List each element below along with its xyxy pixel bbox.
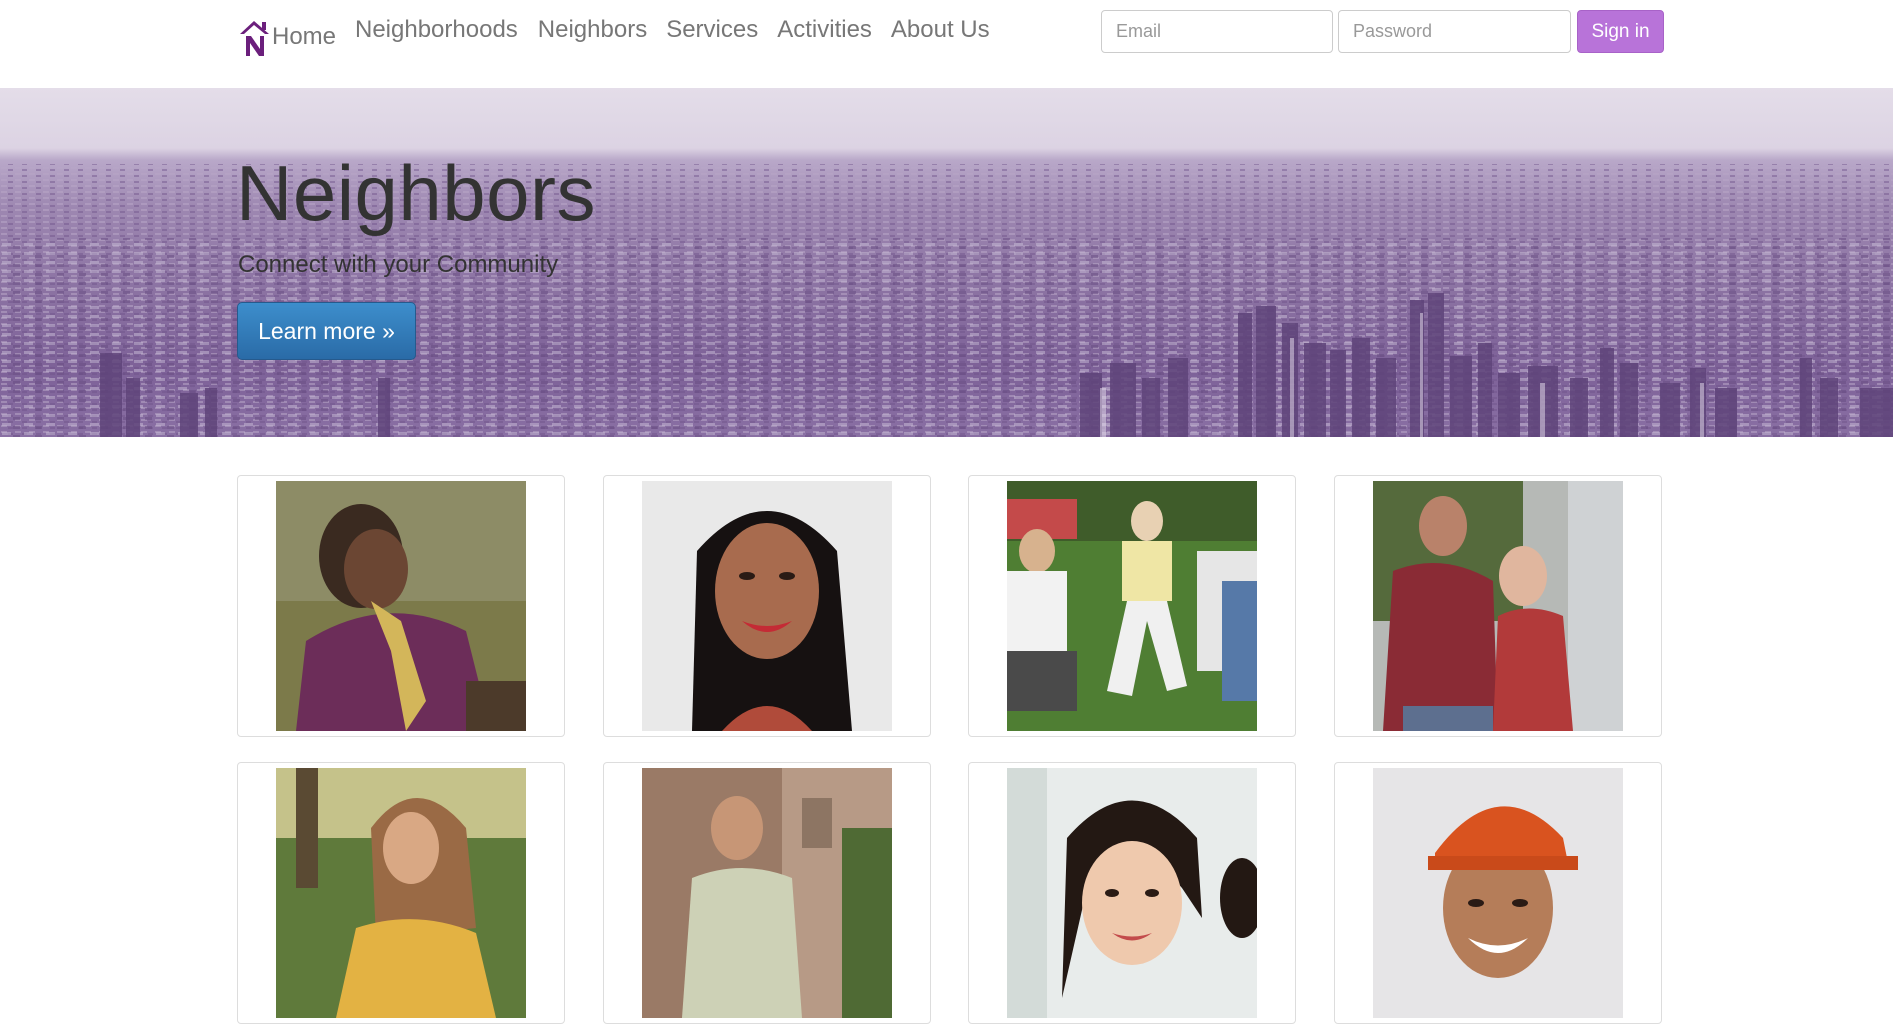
couple-on-porch-photo bbox=[1373, 481, 1623, 731]
password-input[interactable] bbox=[1338, 10, 1571, 53]
email-input[interactable] bbox=[1101, 10, 1333, 53]
photo-card[interactable] bbox=[237, 762, 565, 1024]
top-navbar: Home Neighborhoods Neighbors Services Ac… bbox=[0, 0, 1893, 88]
woman-purple-sweater-photo bbox=[276, 481, 526, 731]
nav-item-services[interactable]: Services bbox=[666, 16, 758, 44]
photo-card[interactable] bbox=[603, 762, 931, 1024]
hero-banner: Neighbors Connect with your Community Le… bbox=[0, 88, 1893, 437]
nav-item-neighborhoods[interactable]: Neighborhoods bbox=[355, 16, 518, 44]
learn-more-button[interactable]: Learn more » bbox=[237, 302, 416, 360]
login-form: Sign in bbox=[1101, 10, 1664, 53]
photo-card[interactable] bbox=[968, 475, 1296, 737]
hero-title: Neighbors bbox=[236, 149, 597, 237]
photo-card[interactable] bbox=[603, 475, 931, 737]
main-nav: Neighborhoods Neighbors Services Activit… bbox=[355, 16, 1009, 44]
nav-item-activities[interactable]: Activities bbox=[777, 16, 872, 44]
nav-item-neighbors[interactable]: Neighbors bbox=[538, 16, 647, 44]
photo-card[interactable] bbox=[237, 475, 565, 737]
house-n-logo-icon bbox=[240, 21, 269, 56]
photo-card[interactable] bbox=[1334, 762, 1662, 1024]
backyard-party-photo bbox=[1007, 481, 1257, 731]
brand-home-label: Home bbox=[272, 23, 337, 50]
nav-item-about-us[interactable]: About Us bbox=[891, 16, 990, 44]
man-outdoor-gathering-photo bbox=[642, 768, 892, 1018]
brand-home-link[interactable]: Home bbox=[238, 18, 336, 56]
hero-subtitle: Connect with your Community bbox=[238, 251, 559, 278]
sign-in-button[interactable]: Sign in bbox=[1577, 10, 1664, 53]
smiling-woman-portrait-photo bbox=[642, 481, 892, 731]
photo-card[interactable] bbox=[968, 762, 1296, 1024]
photo-card[interactable] bbox=[1334, 475, 1662, 737]
young-woman-smiling-photo bbox=[1007, 768, 1257, 1018]
woman-yellow-cardigan-photo bbox=[276, 768, 526, 1018]
man-orange-cap-photo bbox=[1373, 768, 1623, 1018]
